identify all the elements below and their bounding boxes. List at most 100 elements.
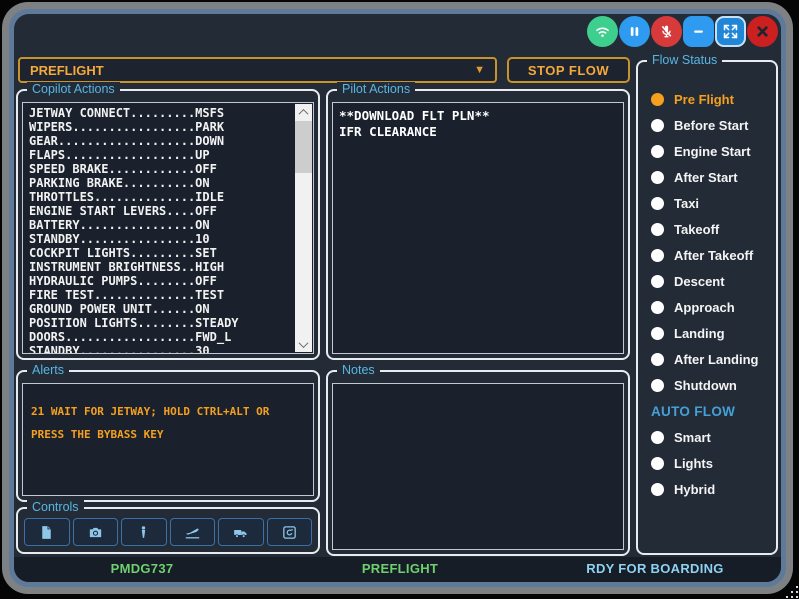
controls-title: Controls [27,500,84,514]
wifi-icon [593,22,612,41]
pushback-truck-button[interactable] [218,518,264,546]
phase-engine-start[interactable]: Engine Start [651,138,772,164]
flow-status-group: Flow Status Pre FlightBefore StartEngine… [636,60,778,555]
phase-takeoff[interactable]: Takeoff [651,216,772,242]
status-phase: PREFLIGHT [300,561,500,576]
phase-approach[interactable]: Approach [651,294,772,320]
radio-label: After Takeoff [674,248,753,263]
radio-label: Descent [674,274,725,289]
connection-button[interactable] [587,16,618,47]
close-icon [753,22,772,41]
notes-content [333,384,623,549]
flow-status-list: Pre FlightBefore StartEngine StartAfter … [651,86,772,502]
pilot-actions-box[interactable]: **DOWNLOAD FLT PLN**IFR CLEARANCE [332,102,624,354]
alerts-title: Alerts [27,363,69,377]
mic-muted-button[interactable] [651,16,682,47]
phase-pre-flight[interactable]: Pre Flight [651,86,772,112]
phase-descent[interactable]: Descent [651,268,772,294]
alerts-box: 21 WAIT FOR JETWAY; HOLD CTRL+ALT OR PRE… [22,383,314,496]
auto-mode-lights[interactable]: Lights [651,450,772,476]
controls-buttons [24,518,312,546]
notes-title: Notes [337,363,380,377]
auto-mode-smart[interactable]: Smart [651,424,772,450]
copilot-actions-list: JETWAY CONNECT.........MSFSWIPERS.......… [23,103,313,353]
minus-icon [689,22,708,41]
copilot-action-row[interactable]: STANDBY................10 [29,232,293,246]
scroll-up-icon[interactable] [295,104,312,120]
copilot-actions-listbox[interactable]: JETWAY CONNECT.........MSFSWIPERS.......… [22,102,314,354]
copilot-action-row[interactable]: FLAPS..................UP [29,148,293,162]
pilot-action-row[interactable]: **DOWNLOAD FLT PLN** [339,108,617,124]
copilot-action-row[interactable]: THROTTLES..............IDLE [29,190,293,204]
copilot-action-row[interactable]: FIRE TEST..............TEST [29,288,293,302]
copilot-action-row[interactable]: DOORS..................FWD_L [29,330,293,344]
copilot-action-row[interactable]: HYDRAULIC PUMPS........OFF [29,274,293,288]
copilot-scrollbar[interactable] [295,104,312,352]
pause-button[interactable] [619,16,650,47]
resize-grip[interactable] [784,584,798,598]
radio-icon [651,483,664,496]
radio-label: Pre Flight [674,92,734,107]
radio-icon [651,457,664,470]
flow-status-title: Flow Status [647,53,722,67]
chevron-down-icon: ▼ [474,64,485,76]
copilot-action-row[interactable]: GEAR...................DOWN [29,134,293,148]
radio-label: Hybrid [674,482,715,497]
wand-button[interactable] [121,518,167,546]
auto-flow-header: AUTO FLOW [651,398,772,424]
copilot-action-row[interactable]: PARKING BRAKE..........ON [29,176,293,190]
auto-mode-hybrid[interactable]: Hybrid [651,476,772,502]
pilot-actions-group: Pilot Actions **DOWNLOAD FLT PLN**IFR CL… [326,89,630,360]
copilot-action-row[interactable]: SPEED BRAKE............OFF [29,162,293,176]
copilot-action-row[interactable]: WIPERS.................PARK [29,120,293,134]
expand-icon [721,22,740,41]
pilot-actions-title: Pilot Actions [337,82,415,96]
aircraft-departure-button[interactable] [170,518,216,546]
copilot-action-row[interactable]: BATTERY................ON [29,218,293,232]
scrollbar-thumb[interactable] [295,121,312,173]
radio-label: Takeoff [674,222,719,237]
app-window: PREFLIGHT ▼ STOP FLOW Copilot Actions JE… [14,14,781,582]
phase-after-start[interactable]: After Start [651,164,772,190]
radio-icon [651,379,664,392]
sync-button[interactable] [267,518,313,546]
radio-icon [651,145,664,158]
scroll-down-icon[interactable] [295,336,312,352]
document-icon [38,524,55,541]
radio-icon [651,327,664,340]
phase-before-start[interactable]: Before Start [651,112,772,138]
pilot-action-row[interactable]: IFR CLEARANCE [339,124,617,140]
phase-landing[interactable]: Landing [651,320,772,346]
phase-shutdown[interactable]: Shutdown [651,372,772,398]
flow-select[interactable]: PREFLIGHT ▼ [18,57,497,83]
radio-icon [651,119,664,132]
phase-after-takeoff[interactable]: After Takeoff [651,242,772,268]
copilot-action-row[interactable]: STANDBY................30 [29,344,293,354]
maximize-button[interactable] [715,16,746,47]
aircraft-departure-icon [184,524,201,541]
copilot-action-row[interactable]: INSTRUMENT BRIGHTNESS..HIGH [29,260,293,274]
pause-icon [625,22,644,41]
close-button[interactable] [747,16,778,47]
radio-icon [651,353,664,366]
phase-after-landing[interactable]: After Landing [651,346,772,372]
minimize-button[interactable] [683,16,714,47]
stop-flow-button[interactable]: STOP FLOW [507,57,630,83]
radio-icon [651,171,664,184]
document-button[interactable] [24,518,70,546]
radio-icon [651,301,664,314]
phase-taxi[interactable]: Taxi [651,190,772,216]
radio-icon [651,431,664,444]
radio-label: Landing [674,326,725,341]
camera-button[interactable] [73,518,119,546]
alerts-group: Alerts 21 WAIT FOR JETWAY; HOLD CTRL+ALT… [16,370,320,502]
radio-label: Taxi [674,196,699,211]
copilot-action-row[interactable]: COCKPIT LIGHTS.........SET [29,246,293,260]
copilot-action-row[interactable]: POSITION LIGHTS........STEADY [29,316,293,330]
notes-group: Notes [326,370,630,556]
copilot-action-row[interactable]: JETWAY CONNECT.........MSFS [29,106,293,120]
copilot-action-row[interactable]: GROUND POWER UNIT......ON [29,302,293,316]
notes-box[interactable] [332,383,624,550]
copilot-action-row[interactable]: ENGINE START LEVERS....OFF [29,204,293,218]
titlebar-buttons [587,16,778,47]
